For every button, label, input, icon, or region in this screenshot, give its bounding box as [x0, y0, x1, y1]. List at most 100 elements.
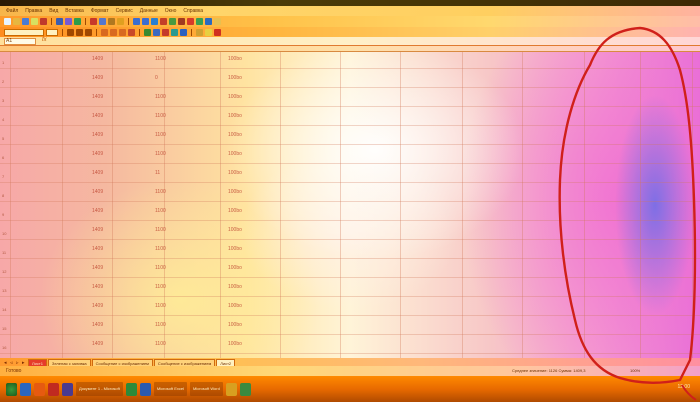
table-cell-a[interactable]: 1409: [92, 303, 103, 309]
row-number[interactable]: 1: [2, 60, 4, 65]
table-cell-c[interactable]: 100bo: [228, 94, 242, 100]
table-cell-b[interactable]: 1100: [155, 303, 166, 309]
percent-icon[interactable]: [153, 28, 160, 36]
table-cell-c[interactable]: 100bo: [228, 303, 242, 309]
table-cell-a[interactable]: 1409: [92, 75, 103, 81]
table-cell-a[interactable]: 1409: [92, 284, 103, 290]
info-icon[interactable]: [225, 382, 237, 396]
cut-icon[interactable]: [90, 18, 97, 25]
row-number[interactable]: 5: [2, 136, 4, 141]
table-cell-c[interactable]: 100bo: [228, 322, 242, 328]
merge-center-icon[interactable]: [128, 28, 135, 36]
table-cell-b[interactable]: 1100: [155, 189, 166, 195]
print-icon[interactable]: [56, 18, 63, 25]
table-cell-b[interactable]: 1100: [155, 265, 166, 271]
row-number[interactable]: 10: [2, 231, 6, 236]
table-cell-b[interactable]: 1100: [155, 94, 166, 100]
comma-style-icon[interactable]: [162, 28, 169, 36]
table-cell-a[interactable]: 1409: [92, 94, 103, 100]
table-cell-c[interactable]: 100bo: [228, 208, 242, 214]
menu-help[interactable]: Справка: [183, 8, 203, 14]
menu-data[interactable]: Данные: [140, 8, 158, 14]
open-folder-icon[interactable]: [13, 18, 20, 25]
table-cell-a[interactable]: 1409: [92, 56, 103, 62]
fill-color-icon[interactable]: [205, 28, 212, 36]
row-number[interactable]: 13: [2, 288, 6, 293]
table-cell-c[interactable]: 100bo: [228, 113, 242, 119]
format-painter-icon[interactable]: [117, 18, 124, 25]
table-cell-a[interactable]: 1409: [92, 322, 103, 328]
borders-icon[interactable]: [196, 28, 203, 36]
redo-icon[interactable]: [142, 18, 149, 25]
row-number[interactable]: 16: [2, 345, 6, 350]
table-cell-c[interactable]: 100bo: [228, 75, 242, 81]
sheet-tab-2[interactable]: Зеленая с заливка: [47, 359, 91, 366]
table-cell-b[interactable]: 1100: [155, 132, 166, 138]
browser-icon[interactable]: [20, 382, 31, 396]
table-cell-c[interactable]: 100bo: [228, 341, 242, 347]
row-number[interactable]: 14: [2, 307, 6, 312]
sort-ascending-icon[interactable]: [169, 18, 176, 25]
spelling-icon[interactable]: [74, 18, 81, 25]
menu-window[interactable]: Окно: [165, 8, 177, 14]
tray-app-icon[interactable]: [239, 382, 251, 396]
row-number[interactable]: 9: [2, 212, 4, 217]
table-cell-c[interactable]: 100bo: [228, 246, 242, 252]
font-name-select[interactable]: [4, 28, 44, 36]
underline-icon[interactable]: [85, 28, 92, 36]
function-icon[interactable]: fx: [42, 37, 47, 43]
table-cell-b[interactable]: 1100: [155, 284, 166, 290]
taskbar-button-document[interactable]: Документ 1 - Microsoft: [76, 382, 123, 396]
row-number[interactable]: 3: [2, 98, 4, 103]
increase-decimal-icon[interactable]: [171, 28, 178, 36]
table-cell-c[interactable]: 100bo: [228, 284, 242, 290]
table-cell-c[interactable]: 100bo: [228, 227, 242, 233]
table-cell-a[interactable]: 1409: [92, 265, 103, 271]
table-cell-b[interactable]: 1100: [155, 56, 166, 62]
messenger-icon[interactable]: [62, 382, 73, 396]
spreadsheet-grid[interactable]: 1 1409 1100 100bo 2 1409 0 100bo 3 1409 1100 100bo 4…: [0, 52, 700, 358]
row-number[interactable]: 12: [2, 269, 6, 274]
table-cell-b[interactable]: 1100: [155, 227, 166, 233]
sheet-tab-5[interactable]: Лист2: [216, 359, 236, 366]
sheet-tab-1[interactable]: Лист1: [28, 359, 47, 366]
table-cell-c[interactable]: 100bo: [228, 265, 242, 271]
table-cell-a[interactable]: 1409: [92, 113, 103, 119]
taskbar-button-word[interactable]: Microsoft Word: [189, 382, 223, 396]
font-color-icon[interactable]: [214, 28, 221, 36]
paste-icon[interactable]: [108, 18, 115, 25]
sheet-tab-3[interactable]: Сообщение с изображением: [91, 359, 153, 366]
row-number[interactable]: 8: [2, 193, 4, 198]
table-cell-b[interactable]: 1100: [155, 208, 166, 214]
table-cell-b[interactable]: 1100: [155, 341, 166, 347]
table-cell-a[interactable]: 1409: [92, 189, 103, 195]
start-button-icon[interactable]: [6, 382, 17, 396]
table-cell-c[interactable]: 100bo: [228, 56, 242, 62]
table-cell-c[interactable]: 100bo: [228, 189, 242, 195]
table-cell-a[interactable]: 1409: [92, 227, 103, 233]
font-size-select[interactable]: [46, 28, 58, 36]
align-right-icon[interactable]: [119, 28, 126, 36]
italic-icon[interactable]: [76, 28, 83, 36]
status-zoom-text[interactable]: 100%: [630, 368, 640, 373]
table-cell-a[interactable]: 1409: [92, 170, 103, 176]
decrease-decimal-icon[interactable]: [180, 28, 187, 36]
zoom-icon[interactable]: [205, 18, 212, 25]
table-cell-c[interactable]: 100bo: [228, 170, 242, 176]
autosum-icon[interactable]: [160, 18, 167, 25]
table-cell-a[interactable]: 1409: [92, 208, 103, 214]
firefox-icon[interactable]: [34, 382, 45, 396]
bold-icon[interactable]: [67, 28, 74, 36]
menu-file[interactable]: Файл: [6, 8, 18, 14]
row-number[interactable]: 2: [2, 79, 4, 84]
chart-wizard-icon[interactable]: [187, 18, 194, 25]
drawing-icon[interactable]: [196, 18, 203, 25]
table-cell-a[interactable]: 1409: [92, 341, 103, 347]
align-left-icon[interactable]: [101, 28, 108, 36]
taskbar-button-excel[interactable]: Microsoft Excel: [153, 382, 187, 396]
copy-icon[interactable]: [99, 18, 106, 25]
ftp-client-icon[interactable]: [48, 382, 59, 396]
menu-insert[interactable]: Вставка: [65, 8, 84, 14]
align-center-icon[interactable]: [110, 28, 117, 36]
name-box[interactable]: A1: [4, 38, 36, 45]
